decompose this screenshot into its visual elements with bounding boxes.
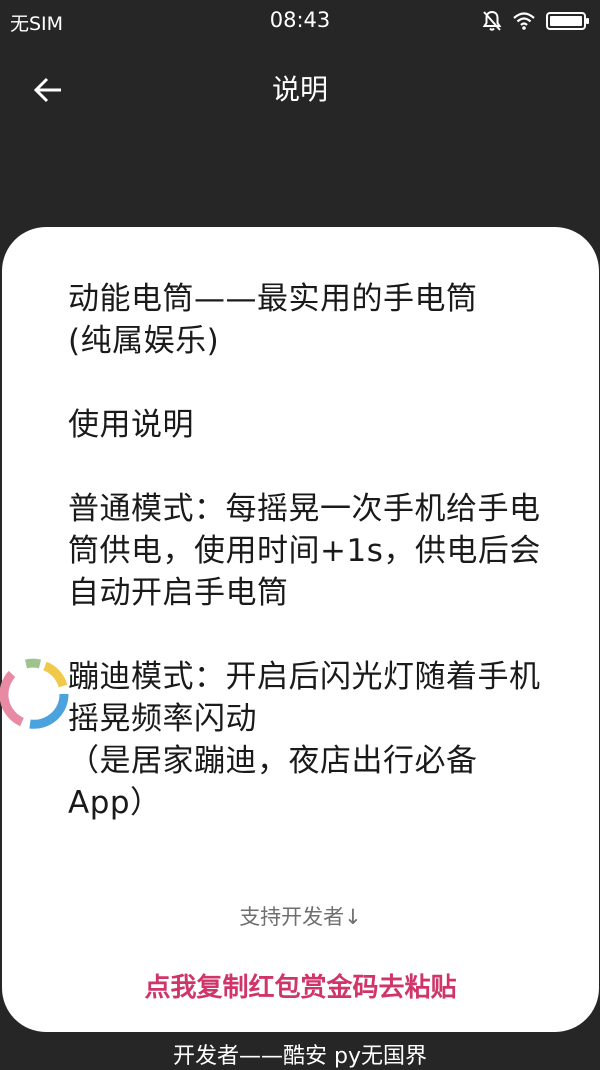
description-text: 动能电筒——最实用的手电筒 (纯属娱乐) 使用说明 普通模式：每摇晃一次手机给手… bbox=[68, 281, 541, 821]
toolbar: 说明 bbox=[0, 52, 600, 128]
support-developer-label: 支持开发者↓ bbox=[239, 905, 362, 929]
description-card: 动能电筒——最实用的手电筒 (纯属娱乐) 使用说明 普通模式：每摇晃一次手机给手… bbox=[2, 227, 599, 1032]
mute-bell-icon bbox=[482, 10, 502, 31]
status-bar: 无SIM 08:43 bbox=[0, 0, 600, 42]
developer-credit: 开发者——酷安 py无国界 bbox=[173, 1044, 427, 1069]
loading-spinner-icon bbox=[0, 658, 69, 729]
wifi-icon bbox=[513, 12, 535, 30]
page-title: 说明 bbox=[271, 73, 328, 106]
copy-redpacket-code-link[interactable]: 点我复制红包赏金码去粘贴 bbox=[2, 967, 599, 1004]
battery-icon bbox=[546, 12, 589, 30]
status-icons bbox=[482, 9, 590, 33]
